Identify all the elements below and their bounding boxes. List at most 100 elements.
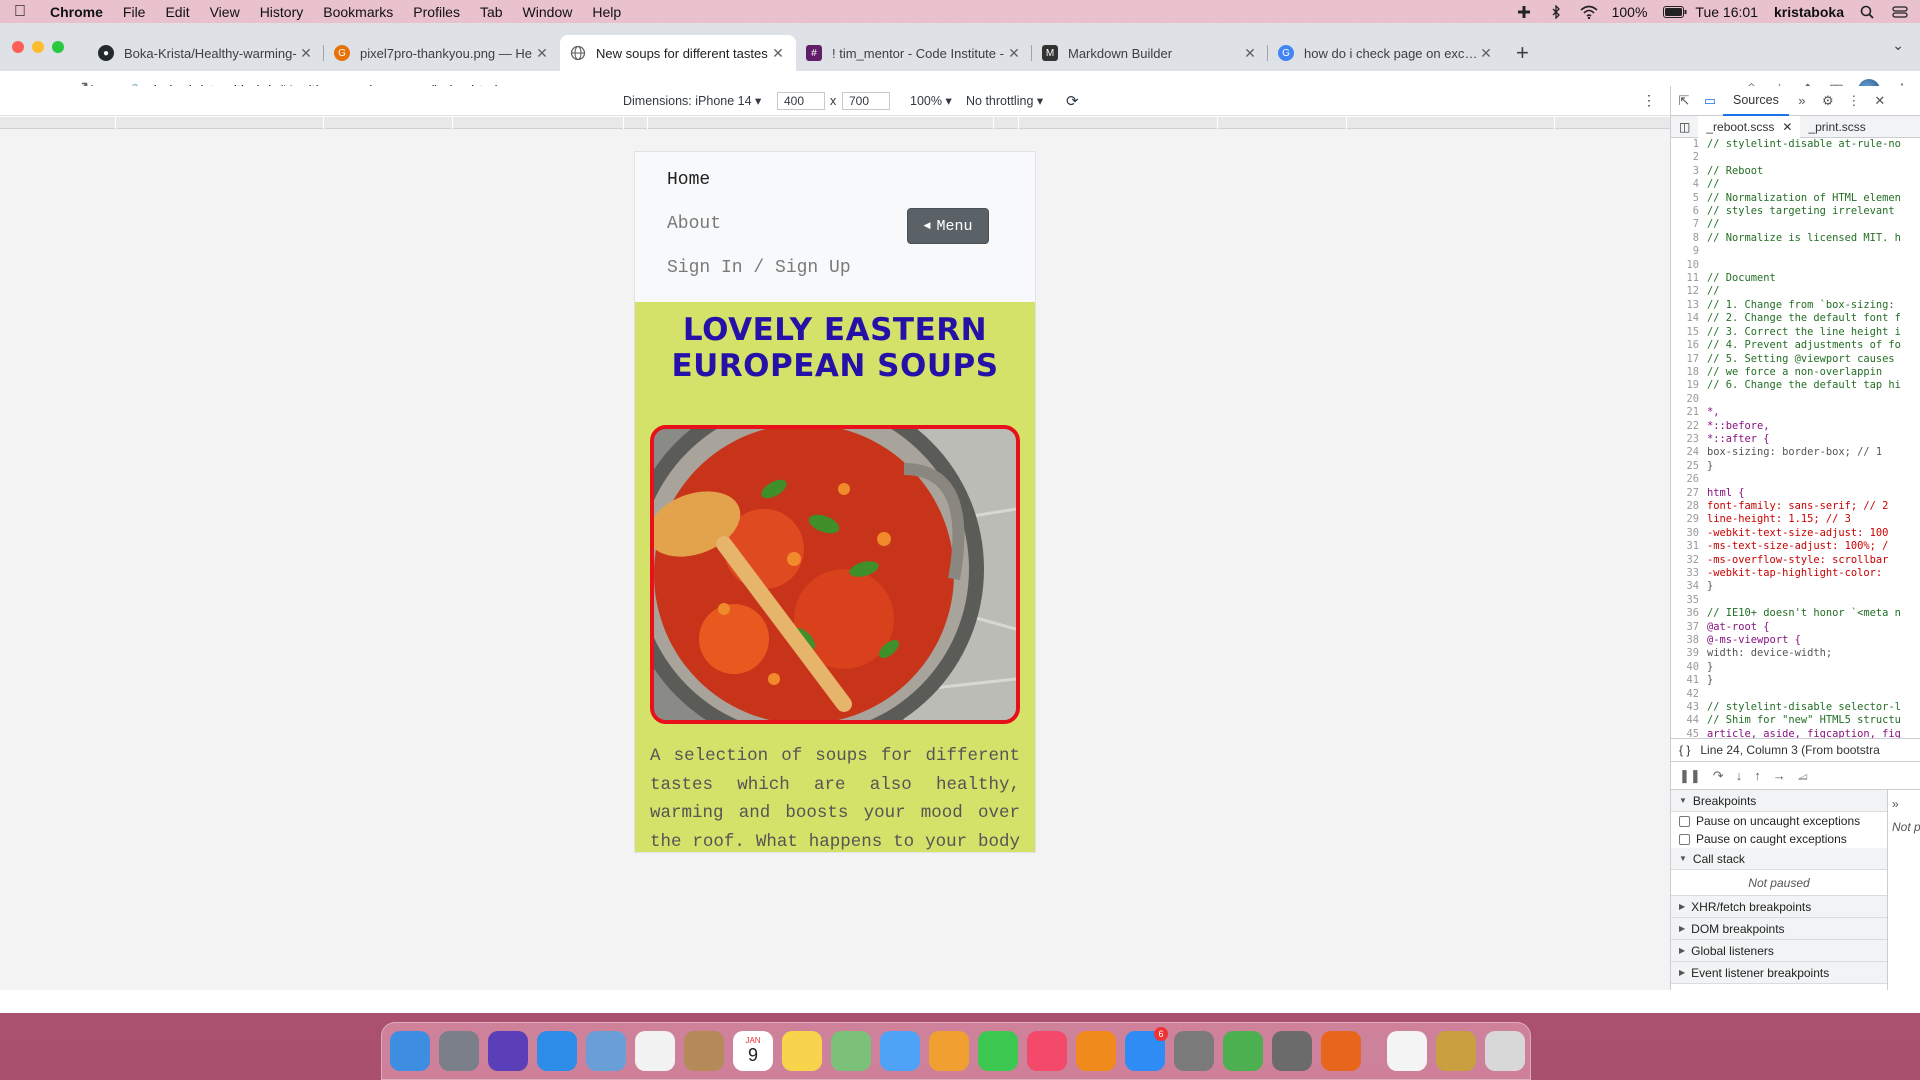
line-number[interactable]: 20 [1671, 393, 1707, 406]
code-line[interactable]: 3// Reboot [1671, 165, 1920, 178]
code-line[interactable]: 2 [1671, 151, 1920, 164]
code-line[interactable]: 35 [1671, 594, 1920, 607]
tab-search-chevron-icon[interactable]: ⌄ [1892, 37, 1904, 54]
finder-icon[interactable] [390, 1031, 430, 1071]
line-number[interactable]: 26 [1671, 473, 1707, 486]
tab-new-soups[interactable]: New soups for different tastes ✕ [560, 35, 796, 71]
code-line[interactable]: 29 line-height: 1.15; // 3 [1671, 513, 1920, 526]
call-stack-section[interactable]: ▼ Call stack [1671, 848, 1887, 870]
line-number[interactable]: 37 [1671, 621, 1707, 634]
line-number[interactable]: 14 [1671, 312, 1707, 325]
device-width-input[interactable]: 400 [777, 91, 825, 110]
menu-help[interactable]: Help [592, 4, 621, 20]
line-number[interactable]: 33 [1671, 567, 1707, 580]
chrome-icon[interactable] [1223, 1031, 1263, 1071]
code-line[interactable]: 14// 2. Change the default font f [1671, 312, 1920, 325]
line-number[interactable]: 10 [1671, 259, 1707, 272]
code-line[interactable]: 18// we force a non-overlappin [1671, 366, 1920, 379]
code-line[interactable]: 32 -ms-overflow-style: scrollbar [1671, 554, 1920, 567]
line-number[interactable]: 13 [1671, 299, 1707, 312]
code-line[interactable]: 24 box-sizing: border-box; // 1 [1671, 446, 1920, 459]
line-number[interactable]: 19 [1671, 379, 1707, 392]
menu-toggle-button[interactable]: ◀ Menu [907, 208, 989, 244]
close-tab-icon[interactable]: ✕ [534, 45, 550, 62]
close-tab-icon[interactable]: ✕ [1242, 45, 1258, 62]
code-line[interactable]: 7// [1671, 218, 1920, 231]
devtools-menu-icon[interactable]: ⋮ [1841, 93, 1867, 109]
line-number[interactable]: 45 [1671, 728, 1707, 738]
tab-markdown-builder[interactable]: M Markdown Builder ✕ [1032, 35, 1268, 71]
close-tab-icon[interactable]: ✕ [1006, 45, 1022, 62]
line-number[interactable]: 9 [1671, 245, 1707, 258]
code-line[interactable]: 44// Shim for "new" HTML5 structu [1671, 714, 1920, 727]
format-braces-icon[interactable]: { } [1679, 743, 1690, 757]
code-line[interactable]: 30 -webkit-text-size-adjust: 100 [1671, 527, 1920, 540]
nav-about-link[interactable]: About [667, 214, 721, 234]
expand-pane-icon[interactable]: » [1888, 790, 1920, 818]
throttling-select[interactable]: No throttling ▾ [966, 93, 1043, 108]
line-number[interactable]: 38 [1671, 634, 1707, 647]
code-line[interactable]: 9 [1671, 245, 1920, 258]
code-line[interactable]: 8// Normalize is licensed MIT. h [1671, 232, 1920, 245]
step-into-icon[interactable]: ↓ [1736, 768, 1743, 783]
reminders-icon[interactable] [635, 1031, 675, 1071]
code-line[interactable]: 45 article, aside, figcaption, fig [1671, 728, 1920, 738]
code-line[interactable]: 4// [1671, 178, 1920, 191]
close-file-icon[interactable]: ✕ [1782, 120, 1792, 134]
code-line[interactable]: 1// stylelint-disable at-rule-no [1671, 138, 1920, 151]
code-line[interactable]: 40 } [1671, 661, 1920, 674]
code-line[interactable]: 28 font-family: sans-serif; // 2 [1671, 500, 1920, 513]
menu-file[interactable]: File [123, 4, 146, 20]
apple-menu-icon[interactable]:  [12, 3, 28, 20]
notefile-icon[interactable] [684, 1031, 724, 1071]
inspect-element-icon[interactable]: ⇱ [1671, 93, 1697, 109]
line-number[interactable]: 21 [1671, 406, 1707, 419]
code-line[interactable]: 38 @-ms-viewport { [1671, 634, 1920, 647]
code-line[interactable]: 13// 1. Change from `box-sizing: [1671, 299, 1920, 312]
control-center-icon[interactable] [1892, 5, 1908, 19]
code-line[interactable]: 11// Document [1671, 272, 1920, 285]
line-number[interactable]: 17 [1671, 353, 1707, 366]
code-line[interactable]: 19// 6. Change the default tap hi [1671, 379, 1920, 392]
menu-history[interactable]: History [260, 4, 304, 20]
navigator-toggle-icon[interactable]: ◫ [1671, 120, 1698, 134]
pause-icon[interactable]: ❚❚ [1679, 768, 1701, 784]
xcode-instruments-icon[interactable] [1272, 1031, 1312, 1071]
close-window-button[interactable] [12, 41, 24, 53]
code-line[interactable]: 41} [1671, 674, 1920, 687]
code-line[interactable]: 16// 4. Prevent adjustments of fo [1671, 339, 1920, 352]
breakpoints-section[interactable]: ▼ Breakpoints [1671, 790, 1887, 812]
device-height-input[interactable]: 700 [842, 91, 890, 110]
zoom-window-button[interactable] [52, 41, 64, 53]
code-line[interactable]: 17// 5. Setting @viewport causes [1671, 353, 1920, 366]
line-number[interactable]: 40 [1671, 661, 1707, 674]
code-editor[interactable]: 1// stylelint-disable at-rule-no 2 3// Reb… [1671, 138, 1920, 738]
menu-tab[interactable]: Tab [480, 4, 503, 20]
line-number[interactable]: 1 [1671, 138, 1707, 151]
global-listeners-section[interactable]: ▶ Global listeners [1671, 940, 1887, 962]
file-tab-reboot[interactable]: _reboot.scss ✕ [1698, 115, 1801, 138]
new-tab-button[interactable]: + [1516, 35, 1529, 71]
code-line[interactable]: 39 width: device-width; [1671, 647, 1920, 660]
code-line[interactable]: 42 [1671, 688, 1920, 701]
nav-home-link[interactable]: Home [667, 170, 710, 190]
code-line[interactable]: 27 html { [1671, 487, 1920, 500]
device-toolbar-more-icon[interactable]: ⋮ [1642, 92, 1656, 109]
battery-icon[interactable] [1663, 5, 1687, 19]
line-number[interactable]: 18 [1671, 366, 1707, 379]
step-over-icon[interactable]: ↷ [1713, 768, 1724, 784]
line-number[interactable]: 12 [1671, 285, 1707, 298]
checkbox-box[interactable] [1679, 815, 1690, 827]
system-preferences-icon[interactable] [1174, 1031, 1214, 1071]
spotlight-search-icon[interactable] [1860, 5, 1876, 19]
safari-icon[interactable] [537, 1031, 577, 1071]
siri-icon[interactable] [488, 1031, 528, 1071]
appstore-icon[interactable]: 6 [1125, 1027, 1168, 1071]
pause-caught-checkbox[interactable]: Pause on caught exceptions [1671, 830, 1887, 848]
line-number[interactable]: 4 [1671, 178, 1707, 191]
tab-google-search[interactable]: G how do i check page on excel s ✕ [1268, 35, 1504, 71]
user-name[interactable]: kristaboka [1774, 4, 1844, 20]
checkbox-box[interactable] [1679, 833, 1690, 845]
line-number[interactable]: 44 [1671, 714, 1707, 727]
menu-app-chrome[interactable]: Chrome [50, 4, 103, 20]
